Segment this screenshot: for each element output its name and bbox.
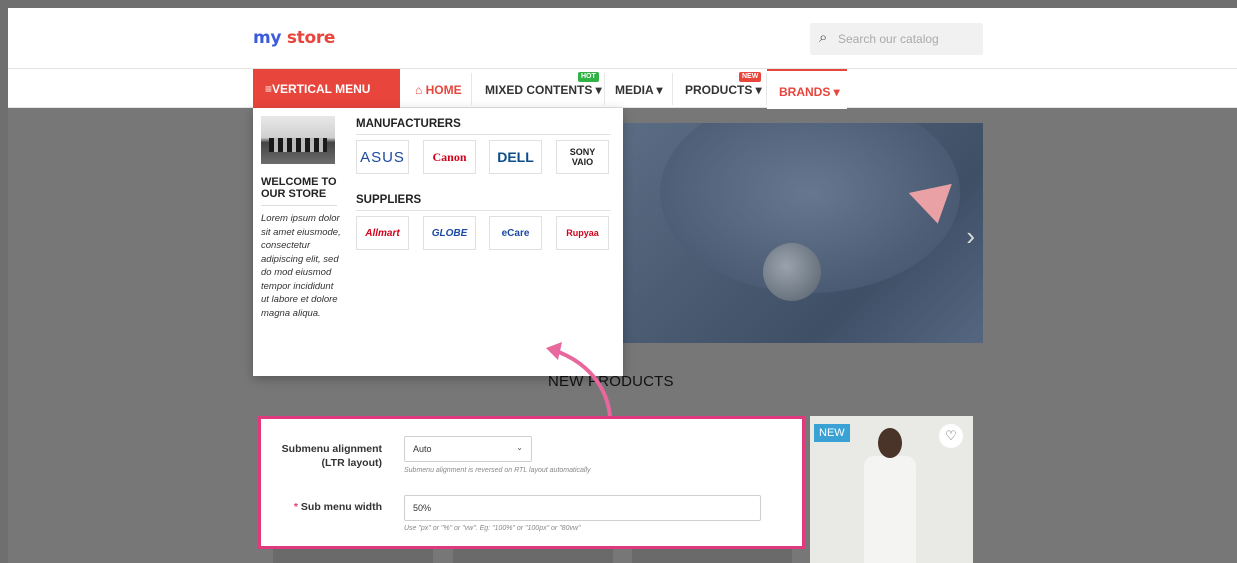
brands-mega-menu: WELCOME TO OUR STORE Lorem ipsum dolor s… (253, 108, 623, 376)
product-model-head-shape (878, 428, 902, 458)
supplier-logo-globe[interactable]: GLOBE (423, 216, 476, 250)
rupyaa-logo-text: Rupyaa (566, 228, 599, 238)
brand-logo-canon[interactable]: Canon (423, 140, 476, 174)
globe-logo-text: GLOBE (431, 227, 468, 239)
slider-next-icon[interactable]: › (966, 221, 975, 252)
product-card[interactable]: NEW ♡ (810, 416, 973, 563)
align-label: Submenu alignment (LTR layout) (281, 443, 382, 469)
width-label: * Sub menu width (294, 500, 382, 514)
store-photo (261, 116, 335, 164)
width-label-text: Sub menu width (300, 501, 382, 513)
product-new-badge: NEW (814, 424, 850, 442)
align-selected-value: Auto (413, 444, 432, 454)
sony-vaio-logo-text: SONY VAIO (569, 147, 596, 167)
brand-logo-sony-vaio[interactable]: SONY VAIO (556, 140, 609, 174)
welcome-text: Lorem ipsum dolor sit amet eiusmode, con… (261, 213, 341, 319)
logo-text-my: my (253, 28, 282, 48)
dell-logo-text: DELL (497, 149, 534, 165)
search-box[interactable]: ⌕ Search our catalog (810, 23, 983, 55)
store-logo[interactable]: my store (253, 28, 335, 48)
divider (356, 134, 611, 135)
main-navigation: ≡VERTICAL MENU ⌂ HOME MIXED CONTENTS ▾ H… (8, 68, 1237, 109)
submenu-alignment-select[interactable]: Auto ⌄ (404, 436, 532, 462)
brand-logo-asus[interactable]: ASUS (356, 140, 409, 174)
top-header: my store ⌕ Search our catalog (8, 8, 1237, 68)
nav-divider (471, 73, 472, 105)
nav-media[interactable]: MEDIA ▾ (615, 69, 663, 109)
suppliers-heading: SUPPLIERS (356, 194, 422, 206)
logo-text-store: store (286, 28, 336, 48)
submenu-settings-panel: Submenu alignment (LTR layout) Auto ⌄ Su… (258, 416, 805, 549)
denim-button-shape (763, 243, 821, 301)
new-nav-badge: NEW (739, 72, 762, 82)
asus-logo-text: ASUS (360, 148, 405, 166)
product-shirt-shape (864, 456, 916, 563)
search-placeholder[interactable]: Search our catalog (838, 32, 939, 46)
vertical-menu-button[interactable]: ≡VERTICAL MENU (253, 69, 400, 109)
canon-logo-text: Canon (432, 149, 467, 164)
manufacturers-heading: MANUFACTURERS (356, 118, 461, 130)
submenu-width-input[interactable]: 50% (404, 495, 761, 521)
wishlist-heart-icon[interactable]: ♡ (939, 424, 963, 448)
supplier-logo-ecare[interactable]: eCare (489, 216, 542, 250)
brand-logo-dell[interactable]: DELL (489, 140, 542, 174)
allmart-logo-text: Allmart (365, 227, 400, 239)
search-icon[interactable]: ⌕ (819, 29, 827, 46)
width-hint: Use "px" or "%" or "vw". Eg: "100%" or "… (404, 525, 581, 532)
welcome-column: WELCOME TO OUR STORE Lorem ipsum dolor s… (253, 108, 343, 376)
nav-brands[interactable]: BRANDS ▾ (767, 69, 847, 109)
nav-divider (604, 73, 605, 105)
product-image[interactable] (858, 428, 922, 563)
nav-divider (672, 73, 673, 105)
chevron-down-icon: ⌄ (516, 443, 523, 452)
required-marker: * (293, 501, 298, 513)
divider (356, 210, 611, 211)
hot-badge: HOT (578, 72, 599, 82)
nav-home[interactable]: ⌂ HOME (415, 69, 462, 109)
hero-banner-image[interactable]: › (620, 123, 983, 343)
welcome-title: WELCOME TO OUR STORE (261, 176, 337, 206)
align-hint: Submenu alignment is reversed on RTL lay… (404, 467, 591, 474)
supplier-logo-allmart[interactable]: Allmart (356, 216, 409, 250)
store-page: my store ⌕ Search our catalog ≡VERTICAL … (8, 8, 1237, 563)
ecare-logo-text: eCare (501, 227, 530, 239)
supplier-logo-rupyaa[interactable]: Rupyaa (556, 216, 609, 250)
